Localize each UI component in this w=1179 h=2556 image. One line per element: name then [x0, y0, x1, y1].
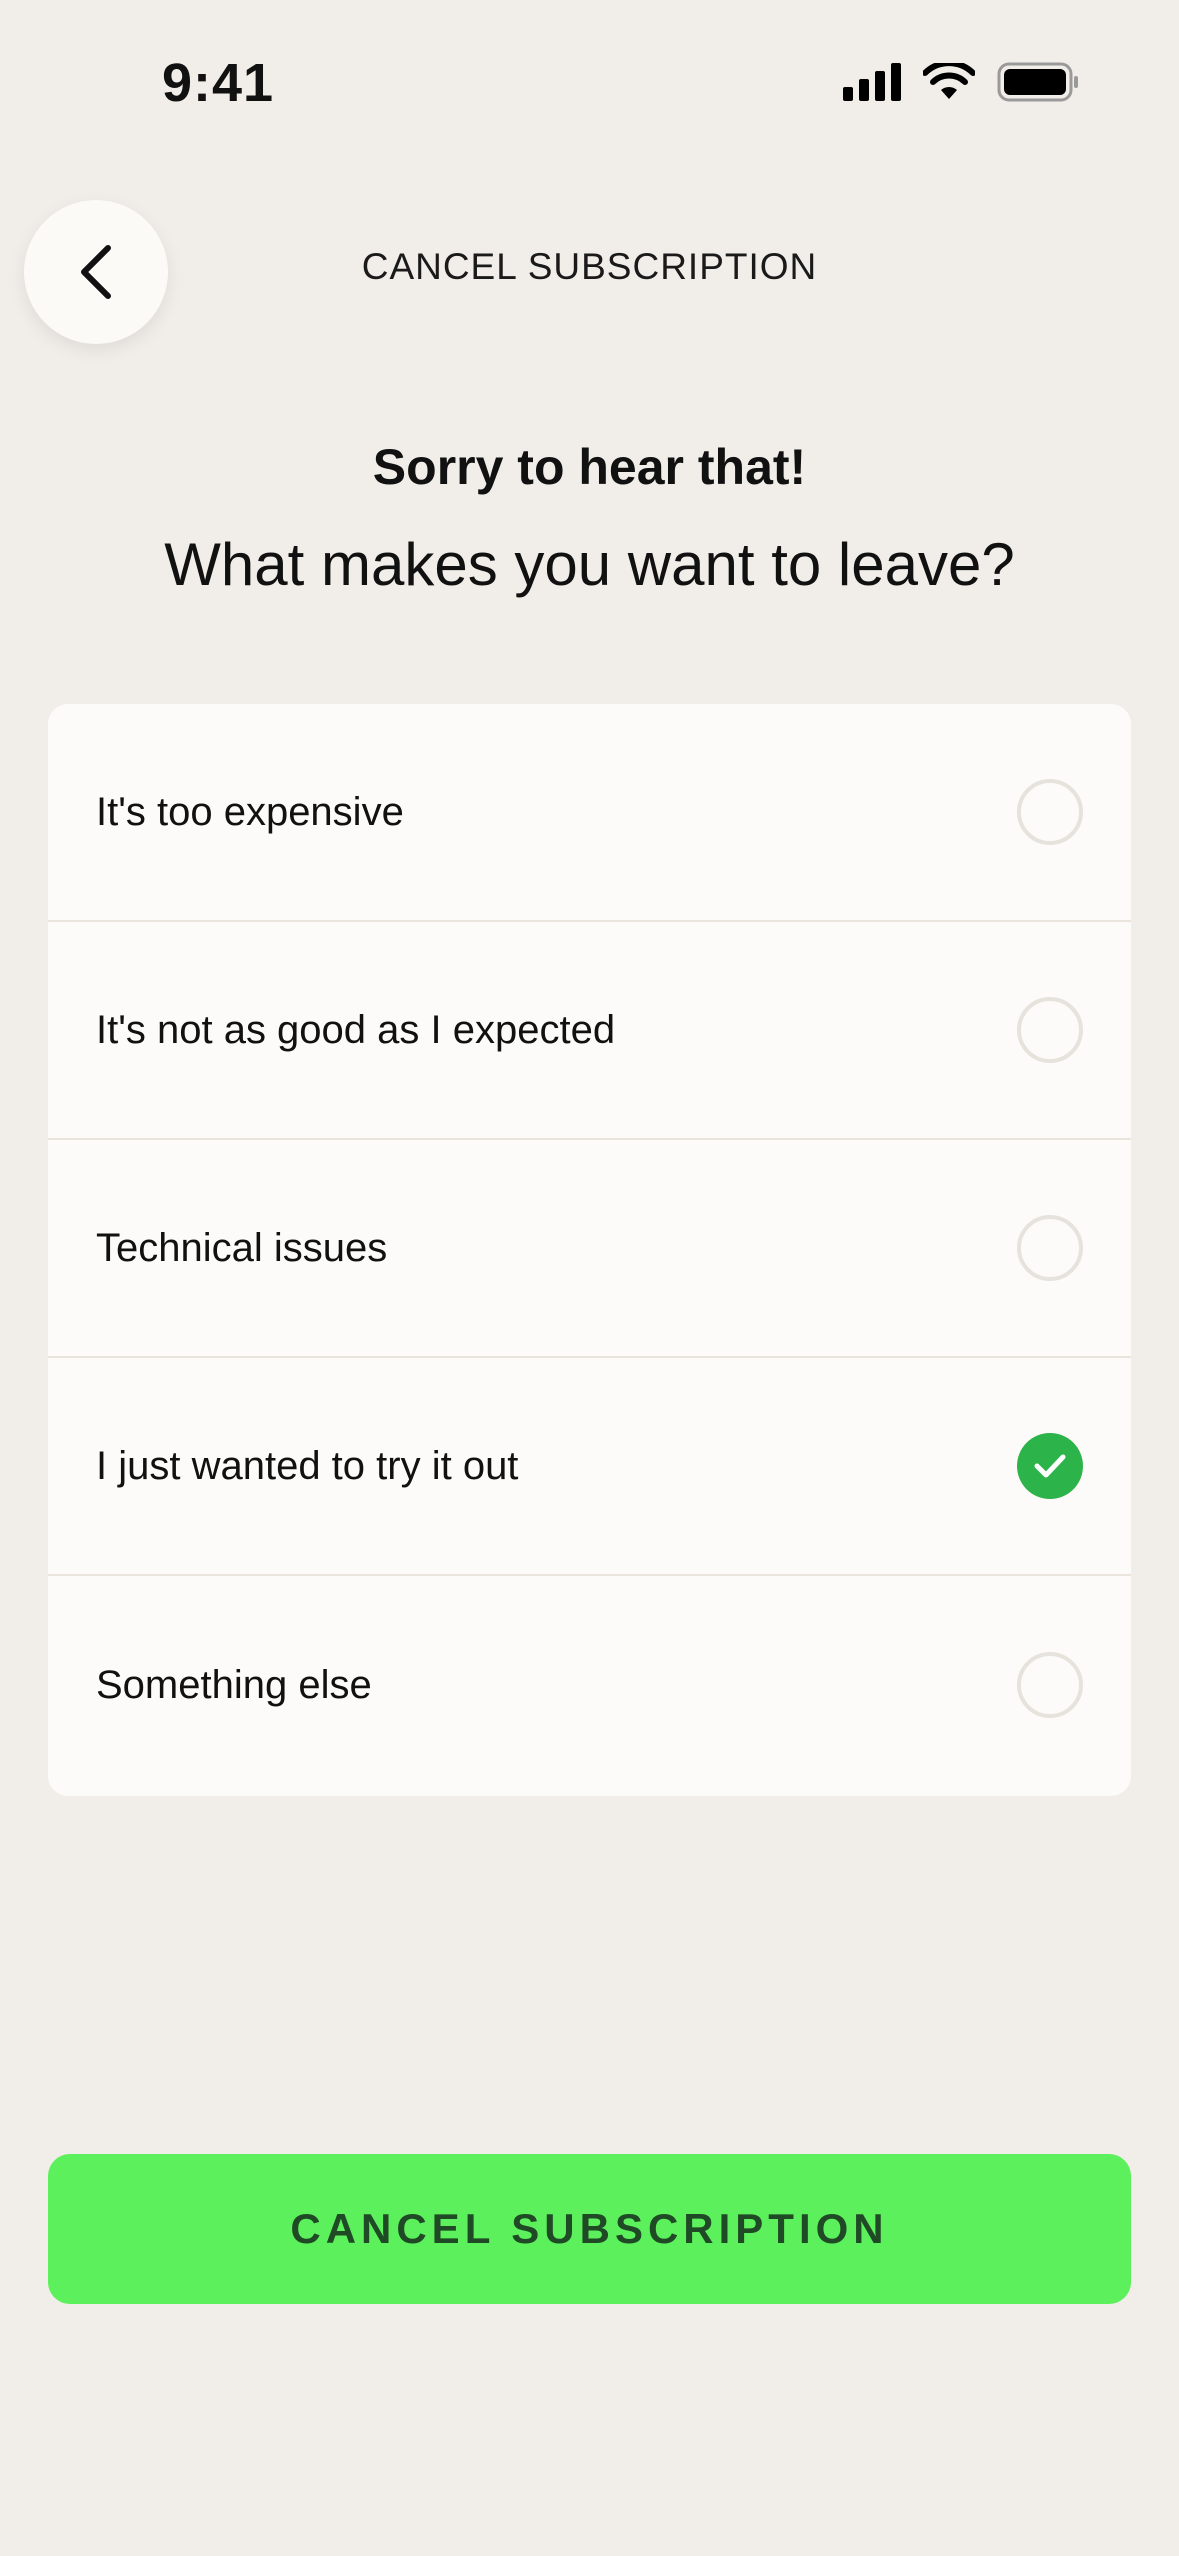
option-label: It's not as good as I expected [96, 1007, 616, 1052]
battery-icon [997, 62, 1078, 102]
sorry-heading: Sorry to hear that! [372, 439, 807, 495]
checkmark-icon [1034, 1454, 1066, 1478]
option-label: Something else [96, 1662, 372, 1707]
option-label: I just wanted to try it out [96, 1443, 519, 1488]
option-label: Technical issues [96, 1225, 388, 1270]
option-something-else[interactable]: Something else [48, 1576, 1131, 1794]
option-not-as-good[interactable]: It's not as good as I expected [48, 922, 1131, 1140]
status-bar: 9:41 [0, 0, 1179, 170]
status-icons [843, 62, 1079, 102]
question-heading: What makes you want to leave? [164, 531, 1015, 598]
cellular-signal-icon [843, 63, 901, 101]
option-technical-issues[interactable]: Technical issues [48, 1140, 1131, 1358]
reasons-list: It's too expensive It's not as good as I… [48, 704, 1131, 1796]
radio-button[interactable] [1017, 997, 1083, 1063]
status-time: 9:41 [162, 53, 275, 113]
radio-button[interactable] [1017, 779, 1083, 845]
option-too-expensive[interactable]: It's too expensive [48, 704, 1131, 922]
wifi-icon [923, 63, 975, 99]
radio-button[interactable] [1017, 1215, 1083, 1281]
radio-button[interactable] [1017, 1652, 1083, 1718]
radio-button-selected[interactable] [1017, 1433, 1083, 1499]
option-try-it-out[interactable]: I just wanted to try it out [48, 1358, 1131, 1576]
cancel-subscription-button[interactable]: CANCEL SUBSCRIPTION [48, 2154, 1131, 2304]
page-title: CANCEL SUBSCRIPTION [361, 246, 818, 287]
option-label: It's too expensive [96, 789, 404, 834]
